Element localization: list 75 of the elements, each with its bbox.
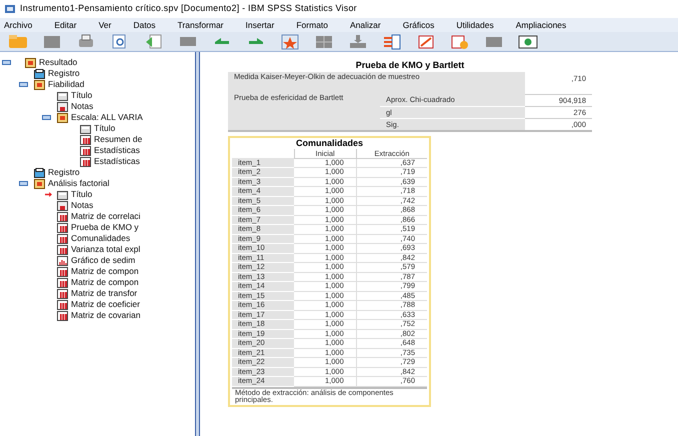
menu-item[interactable]: Utilidades: [456, 18, 494, 32]
title-page-icon: [57, 90, 68, 100]
table-icon: [80, 156, 91, 166]
table-icon: [57, 234, 68, 244]
table-icon: [80, 146, 91, 156]
tree-item[interactable]: Comunalidades: [71, 233, 130, 244]
menu-item[interactable]: Gráficos: [402, 18, 434, 32]
play-document-icon[interactable]: [450, 32, 470, 50]
menu-item[interactable]: Archivo: [4, 18, 32, 32]
tree-item[interactable]: Estadísticas: [94, 145, 140, 156]
arrow-document-icon[interactable]: [144, 32, 164, 50]
menu-item[interactable]: Ampliaciones: [516, 18, 566, 32]
tree-item[interactable]: Análisis factorial: [48, 178, 110, 189]
table-icon: [57, 244, 68, 254]
menu-item[interactable]: Insertar: [246, 18, 274, 32]
menu-item[interactable]: Datos: [133, 18, 156, 32]
tree-item[interactable]: Estadísticas: [94, 156, 140, 167]
tree-item[interactable]: Registro: [48, 68, 80, 79]
table-title: Prueba de KMO y Bartlett: [354, 59, 466, 72]
window-title: Instrumento1-Pensamiento crítico.spv [Documento2] - IBM SPSS Statistics Visor: [20, 2, 357, 16]
folder-icon: [57, 112, 68, 122]
collapse-toggle[interactable]: [19, 181, 28, 186]
tree-item[interactable]: Registro: [48, 167, 80, 178]
columns-icon[interactable]: [382, 32, 402, 50]
collapse-toggle[interactable]: [42, 115, 51, 120]
table-icon: [57, 310, 68, 320]
table-icon: [57, 278, 68, 288]
pane-splitter[interactable]: [195, 52, 200, 436]
tree-item[interactable]: Notas: [71, 200, 94, 211]
menu-item[interactable]: Editar: [54, 18, 77, 32]
collapse-toggle[interactable]: [2, 60, 11, 65]
table-icon: [57, 300, 68, 310]
table-icon: [57, 288, 68, 298]
tree-item[interactable]: Matriz de compon: [71, 266, 139, 277]
tree-item[interactable]: Fiabilidad: [48, 79, 84, 90]
tree-item[interactable]: Título: [71, 189, 92, 200]
log-book-icon: [34, 68, 45, 78]
title-page-icon: [80, 124, 91, 134]
menu-item[interactable]: Transformar: [178, 18, 224, 32]
folder-icon: [25, 58, 36, 68]
app-icon: [4, 3, 16, 15]
tree-item[interactable]: Matriz de compon: [71, 277, 139, 288]
table-icon: [80, 134, 91, 144]
tree-item[interactable]: Escala: ALL VARIA: [71, 112, 143, 123]
folder-icon: [34, 80, 45, 90]
table-icon: [57, 222, 68, 232]
table-icon: [57, 266, 68, 276]
tree-item[interactable]: Matriz de covarian: [71, 310, 140, 321]
tree-item[interactable]: Prueba de KMO y: [71, 222, 139, 233]
bar-chart-icon: [57, 256, 68, 266]
tree-item[interactable]: Gráfico de sedim: [71, 255, 136, 266]
pencil-document-icon[interactable]: [416, 32, 436, 50]
collapse-toggle[interactable]: [19, 82, 28, 87]
notes-page-icon: [57, 200, 68, 210]
menu-item[interactable]: Formato: [296, 18, 328, 32]
menu-item[interactable]: Analizar: [350, 18, 381, 32]
table-title: Comunalidades: [294, 138, 364, 150]
tree-item[interactable]: Notas: [71, 101, 94, 112]
tree-item[interactable]: Título: [71, 90, 92, 101]
tree-item[interactable]: Título: [94, 123, 116, 134]
tree-item[interactable]: Matriz de correlaci: [71, 211, 140, 222]
tree-item[interactable]: Varianza total expl: [71, 244, 140, 255]
log-book-icon: [34, 168, 45, 178]
tree-item[interactable]: Matriz de coeficier: [71, 299, 140, 310]
star-chart-icon[interactable]: [280, 32, 300, 50]
record-icon[interactable]: [518, 32, 538, 50]
notes-page-icon: [57, 102, 68, 112]
table-icon: [57, 212, 68, 222]
tree-item[interactable]: Resumen de: [94, 134, 142, 145]
menu-item[interactable]: Ver: [98, 18, 112, 32]
insert-icon[interactable]: [348, 32, 368, 50]
tree-item[interactable]: Resultado: [39, 57, 78, 68]
folder-icon: [34, 178, 45, 188]
tree-item[interactable]: Matriz de transfor: [71, 288, 138, 299]
title-page-icon: [57, 190, 68, 200]
